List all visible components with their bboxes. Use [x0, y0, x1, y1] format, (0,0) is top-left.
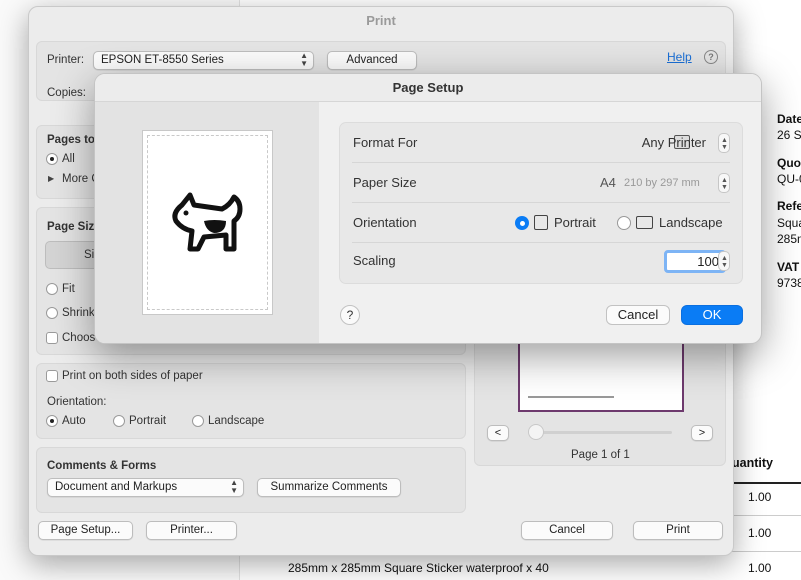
scaling-label: Scaling	[353, 253, 396, 268]
landscape-person-icon	[636, 216, 653, 229]
print-dialog-title: Print	[366, 13, 396, 28]
both-sides-checkbox[interactable]	[46, 370, 58, 382]
orientation-row: Orientation Portrait Landscape	[352, 203, 730, 243]
paper-preview	[142, 130, 273, 315]
printer-label: Printer:	[47, 54, 85, 66]
doc-row-divider	[732, 515, 801, 516]
portrait-radio[interactable]	[515, 216, 529, 230]
format-for-value[interactable]: Any Printer	[642, 135, 722, 150]
print-button[interactable]: Print	[633, 521, 723, 540]
doc-line-item: 285mm x 285mm Square Sticker waterproof …	[288, 561, 549, 575]
updown-chevron-icon: ▲ ▼	[230, 478, 238, 495]
page-indicator: Page 1 of 1	[571, 449, 630, 461]
preview-next-button[interactable]: >	[691, 425, 713, 441]
orient-portrait-label: Portrait	[129, 415, 167, 427]
landscape-label: Landscape	[659, 215, 723, 230]
preview-footer-text	[528, 396, 614, 398]
printer-select-value: EPSON ET-8550 Series	[101, 54, 224, 66]
orient-landscape-label: Landscape	[208, 415, 265, 427]
doc-row-divider	[732, 551, 801, 552]
printer-button[interactable]: Printer...	[146, 521, 237, 540]
paper-size-stepper[interactable]: ▲ ▼	[718, 173, 730, 193]
orient-auto-label: Auto	[62, 415, 86, 427]
cancel-button[interactable]: Cancel	[521, 521, 613, 540]
doc-reference-label: Refe	[777, 199, 801, 213]
doc-quote-value: QU-0	[777, 172, 801, 186]
doc-reference-value-2: 285m	[777, 232, 801, 246]
preview-prev-button[interactable]: <	[487, 425, 509, 441]
shrink-label: Shrink	[62, 307, 95, 319]
question-circle-icon[interactable]: ?	[704, 50, 718, 64]
preview-slider-thumb[interactable]	[528, 424, 544, 440]
doc-quote-label: Quo	[777, 156, 801, 170]
orientation-label: Orientation:	[47, 396, 107, 408]
paper-size-label: Paper Size	[353, 175, 417, 190]
doc-vat-label: VAT	[777, 260, 800, 274]
scaling-row: Scaling 100 ▲ ▼	[352, 243, 730, 283]
ps-orientation-label: Orientation	[353, 215, 417, 230]
choose-label: Choos	[62, 332, 96, 344]
fit-label: Fit	[62, 283, 75, 295]
dogcow-icon	[172, 192, 243, 252]
paper-size-row: Paper Size A4 210 by 297 mm ▲ ▼	[352, 163, 730, 203]
pages-all-radio[interactable]	[46, 153, 58, 165]
page-setup-cancel-button[interactable]: Cancel	[606, 305, 670, 325]
format-for-row: Format For Any Printer ▲ ▼	[352, 123, 730, 163]
printer-select[interactable]: EPSON ET-8550 Series ▲ ▼	[93, 51, 314, 70]
orient-auto-radio[interactable]	[46, 415, 58, 427]
help-link[interactable]: Help	[667, 50, 692, 64]
shrink-radio[interactable]	[46, 307, 58, 319]
comments-select-value: Document and Markups	[55, 481, 178, 493]
page-setup-help-button[interactable]: ?	[340, 305, 360, 325]
page-setup-dialog: Page Setup Format For Any Printer ▲ ▼ Pap…	[94, 73, 762, 344]
scaling-input[interactable]: 100	[664, 250, 726, 273]
updown-chevron-icon: ▲ ▼	[300, 51, 308, 68]
copies-label: Copies:	[47, 87, 86, 99]
format-for-stepper[interactable]: ▲ ▼	[718, 133, 730, 153]
page-setup-options: Format For Any Printer ▲ ▼ Paper Size A4 …	[339, 122, 743, 284]
pages-heading: Pages to	[47, 134, 95, 146]
page-setup-button[interactable]: Page Setup...	[38, 521, 133, 540]
doc-quantity-3: 1.00	[748, 561, 772, 575]
doc-reference-value: Squa	[777, 216, 801, 230]
advanced-button[interactable]: Advanced	[327, 51, 417, 70]
orient-landscape-radio[interactable]	[192, 415, 204, 427]
paper-size-dims: 210 by 297 mm	[624, 177, 700, 189]
orient-portrait-radio[interactable]	[113, 415, 125, 427]
page-setup-preview-area	[95, 102, 319, 343]
both-sides-label: Print on both sides of paper	[62, 370, 203, 382]
format-for-label: Format For	[353, 135, 418, 150]
page-setup-ok-button[interactable]: OK	[681, 305, 743, 325]
doc-date-value: 26 S	[777, 128, 801, 142]
page-setup-title: Page Setup	[95, 74, 761, 102]
comments-select[interactable]: Document and Markups ▲ ▼	[47, 478, 244, 497]
landscape-radio[interactable]	[617, 216, 631, 230]
doc-vat-value: 9738	[777, 276, 801, 290]
disclosure-triangle-icon[interactable]: ▶	[48, 174, 54, 183]
portrait-label: Portrait	[554, 215, 596, 230]
doc-table-rule	[732, 482, 801, 484]
preview-slider-track[interactable]	[536, 431, 672, 434]
page-size-heading: Page Siz	[47, 221, 95, 233]
doc-table-header-quantity: uantity	[732, 456, 773, 470]
comments-heading: Comments & Forms	[47, 460, 157, 472]
doc-date-label: Date	[777, 112, 801, 126]
doc-quantity-1: 1.00	[748, 490, 772, 504]
pages-all-label: All	[62, 153, 75, 165]
paper-size-value[interactable]: A4	[600, 175, 616, 190]
fit-radio[interactable]	[46, 283, 58, 295]
summarize-comments-button[interactable]: Summarize Comments	[257, 478, 401, 497]
portrait-person-icon	[534, 215, 548, 230]
size-tab-label: Si	[84, 249, 95, 261]
scaling-stepper[interactable]: ▲ ▼	[718, 251, 730, 271]
choose-checkbox[interactable]	[46, 332, 58, 344]
doc-quantity-2: 1.00	[748, 526, 772, 540]
print-preview-page	[518, 338, 684, 412]
